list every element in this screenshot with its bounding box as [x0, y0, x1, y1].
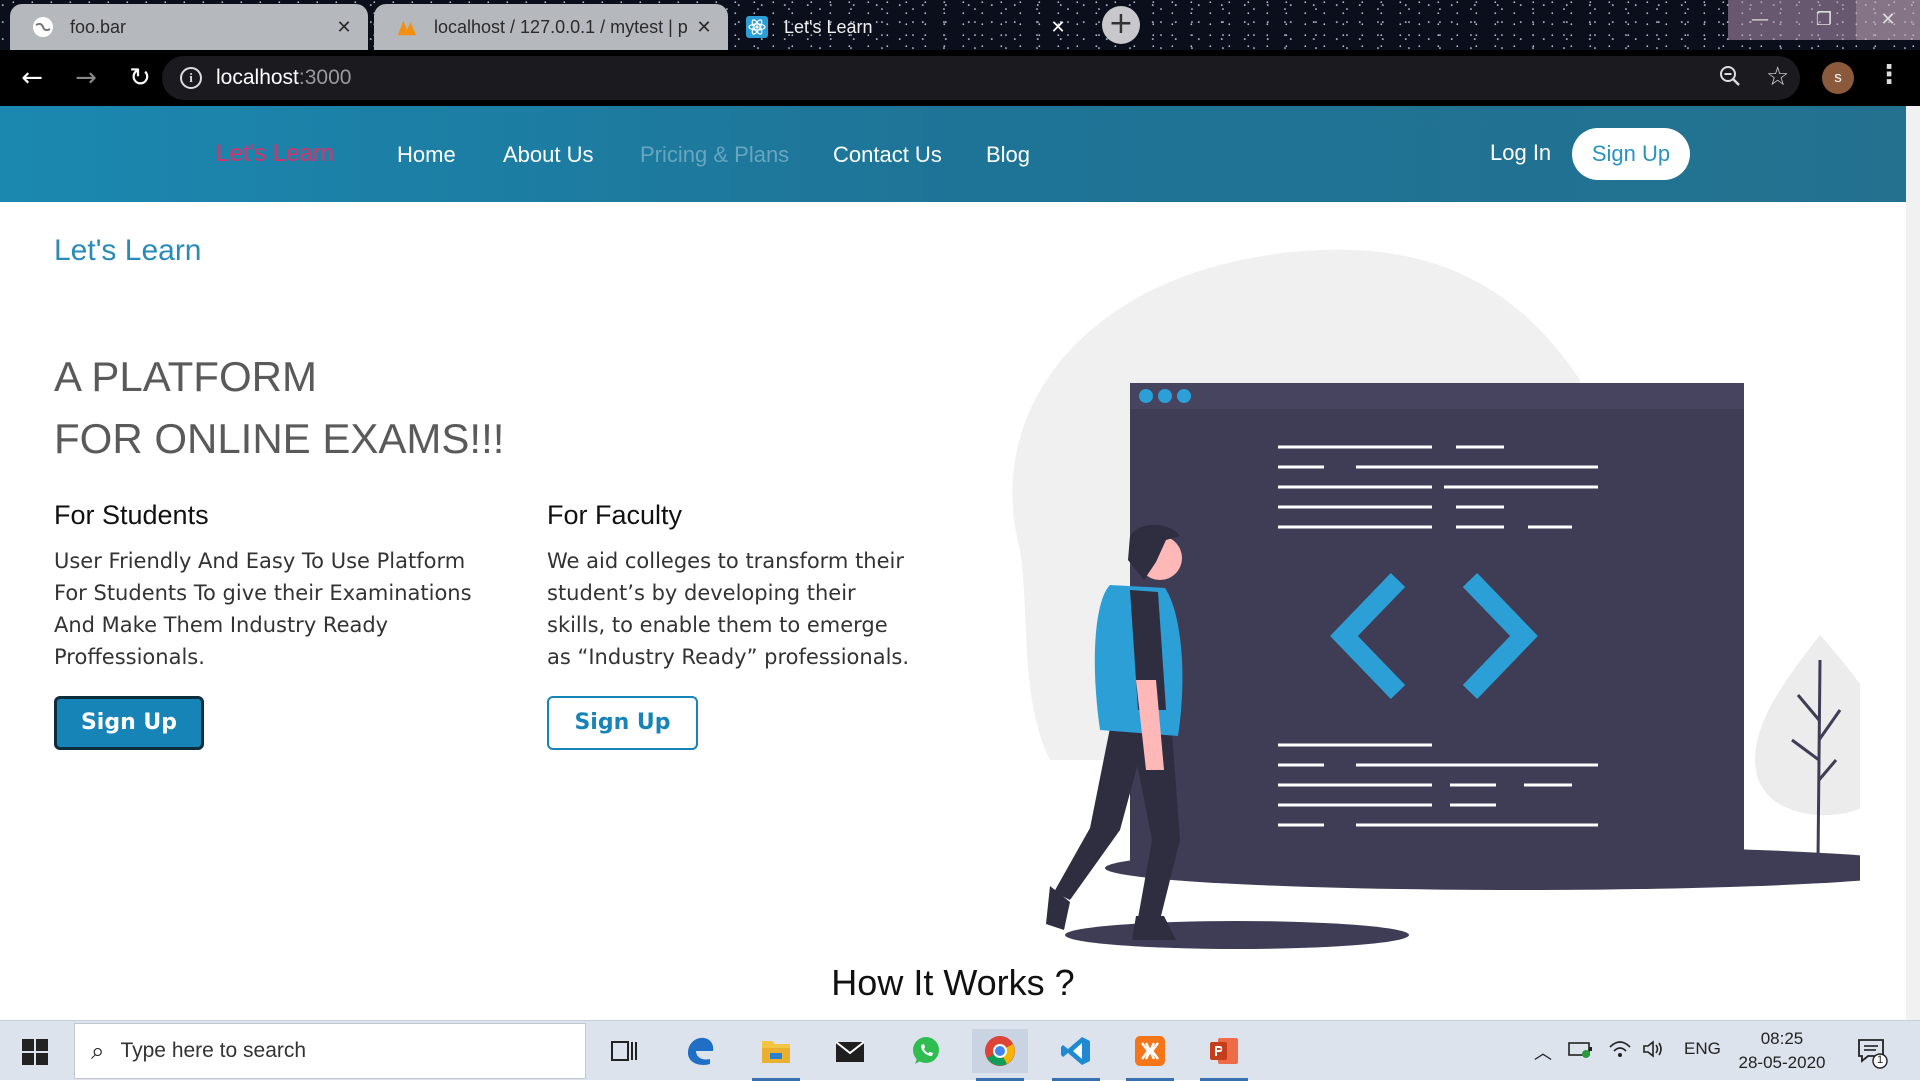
address-bar[interactable]: i localhost:3000 ☆ — [162, 56, 1800, 100]
browser-toolbar: ← → ↻ i localhost:3000 ☆ s ⋮ — [0, 50, 1920, 106]
tab-phpmyadmin[interactable]: localhost / 127.0.0.1 / mytest | p ✕ — [374, 4, 728, 50]
vscode-icon[interactable] — [1048, 1029, 1104, 1081]
navbar-signup-button[interactable]: Sign Up — [1572, 128, 1690, 180]
close-tab-icon[interactable]: ✕ — [332, 17, 356, 38]
windows-start-icon[interactable] — [22, 1039, 48, 1069]
info-icon[interactable]: i — [180, 67, 202, 89]
system-clock[interactable]: 08:25 28-05-2020 — [1736, 1027, 1828, 1075]
hero-line-2: FOR ONLINE EXAMS!!! — [54, 415, 505, 462]
tree-icon — [1755, 635, 1860, 815]
students-column: For Students User Friendly And Easy To U… — [54, 500, 474, 673]
clock-time: 08:25 — [1760, 1029, 1804, 1048]
tab-title: foo.bar — [70, 16, 127, 37]
volume-icon[interactable] — [1642, 1039, 1666, 1064]
minimize-button[interactable]: — — [1728, 0, 1792, 40]
tab-foo-bar[interactable]: foo.bar ✕ — [10, 4, 368, 50]
xampp-icon[interactable] — [1122, 1029, 1178, 1081]
faculty-text: We aid colleges to transform their stude… — [547, 549, 910, 669]
brand-logo[interactable]: Let's Learn — [216, 140, 334, 168]
hero-illustration — [1012, 249, 1860, 949]
login-link[interactable]: Log In — [1490, 140, 1551, 166]
task-view-icon[interactable] — [596, 1029, 652, 1073]
chevron-up-icon[interactable]: ︿ — [1534, 1039, 1552, 1065]
site-navbar: Let's Learn Home About Us Pricing & Plan… — [0, 106, 1906, 202]
zoom-icon[interactable] — [1718, 64, 1742, 94]
window-dot-icon — [1177, 389, 1191, 403]
tab-title: Let's Learn — [784, 16, 873, 37]
chrome-icon[interactable] — [972, 1029, 1028, 1081]
window-dot-icon — [1158, 389, 1172, 403]
nav-home[interactable]: Home — [397, 142, 456, 168]
back-icon[interactable]: ← — [10, 56, 54, 100]
students-heading: For Students — [54, 500, 209, 530]
clock-date: 28-05-2020 — [1738, 1053, 1826, 1072]
windows-taskbar: ⌕ Type here to search ︿ ENG 08:25 28-05-… — [0, 1020, 1920, 1081]
tab-title: localhost / 127.0.0.1 / mytest | p — [434, 16, 688, 37]
bookmark-star-icon[interactable]: ☆ — [1766, 62, 1789, 92]
globe-icon — [32, 16, 54, 38]
tab-lets-learn[interactable]: Let's Learn ✕ — [732, 4, 1082, 50]
person-shadow — [1065, 921, 1409, 949]
window-controls: — ❐ ✕ — [1728, 0, 1920, 40]
reload-icon[interactable]: ↻ — [118, 56, 162, 100]
menu-icon[interactable]: ⋮ — [1876, 60, 1902, 90]
browser-tab-strip: foo.bar ✕ localhost / 127.0.0.1 / mytest… — [0, 0, 1920, 50]
students-text: User Friendly And Easy To Use Platform F… — [54, 549, 472, 669]
notification-count: 1 — [1877, 1054, 1884, 1066]
powerpoint-icon[interactable] — [1196, 1029, 1252, 1081]
language-indicator[interactable]: ENG — [1684, 1039, 1721, 1059]
restore-button[interactable]: ❐ — [1792, 0, 1856, 40]
react-icon — [746, 16, 768, 38]
hero-line-1: A PLATFORM — [54, 353, 317, 400]
nav-blog[interactable]: Blog — [986, 142, 1030, 168]
url-text: localhost:3000 — [216, 66, 352, 89]
nav-about-us[interactable]: About Us — [503, 142, 594, 168]
notification-center-icon[interactable]: 1 — [1856, 1035, 1890, 1069]
profile-avatar[interactable]: s — [1822, 62, 1854, 94]
code-window — [1130, 383, 1744, 865]
students-signup-button[interactable]: Sign Up — [54, 696, 204, 750]
faculty-column: For Faculty We aid colleges to transform… — [547, 500, 917, 673]
search-icon: ⌕ — [91, 1037, 105, 1065]
faculty-signup-button[interactable]: Sign Up — [547, 696, 698, 750]
page-title: Let's Learn — [54, 234, 202, 267]
how-it-works-heading: How It Works ? — [831, 962, 1075, 1003]
nav-pricing-plans[interactable]: Pricing & Plans — [640, 142, 789, 168]
faculty-heading: For Faculty — [547, 500, 683, 530]
battery-icon[interactable] — [1568, 1039, 1594, 1064]
edge-icon[interactable] — [672, 1029, 728, 1073]
forward-icon[interactable]: → — [64, 56, 108, 100]
close-window-button[interactable]: ✕ — [1856, 0, 1920, 40]
taskbar-search-box[interactable]: ⌕ Type here to search — [74, 1023, 586, 1079]
wifi-icon[interactable] — [1608, 1039, 1632, 1064]
phpmyadmin-icon — [396, 16, 418, 38]
nav-contact-us[interactable]: Contact Us — [833, 142, 942, 168]
close-tab-icon[interactable]: ✕ — [1046, 17, 1070, 38]
page-scrollbar[interactable] — [1906, 106, 1920, 1020]
new-tab-button[interactable]: + — [1102, 6, 1140, 44]
mail-icon[interactable] — [822, 1029, 878, 1073]
hero-heading: A PLATFORM FOR ONLINE EXAMS!!! — [54, 346, 504, 470]
file-explorer-icon[interactable] — [748, 1029, 804, 1081]
whatsapp-icon[interactable] — [898, 1029, 954, 1073]
close-tab-icon[interactable]: ✕ — [692, 17, 716, 38]
window-dot-icon — [1139, 389, 1153, 403]
search-placeholder: Type here to search — [120, 1039, 307, 1062]
